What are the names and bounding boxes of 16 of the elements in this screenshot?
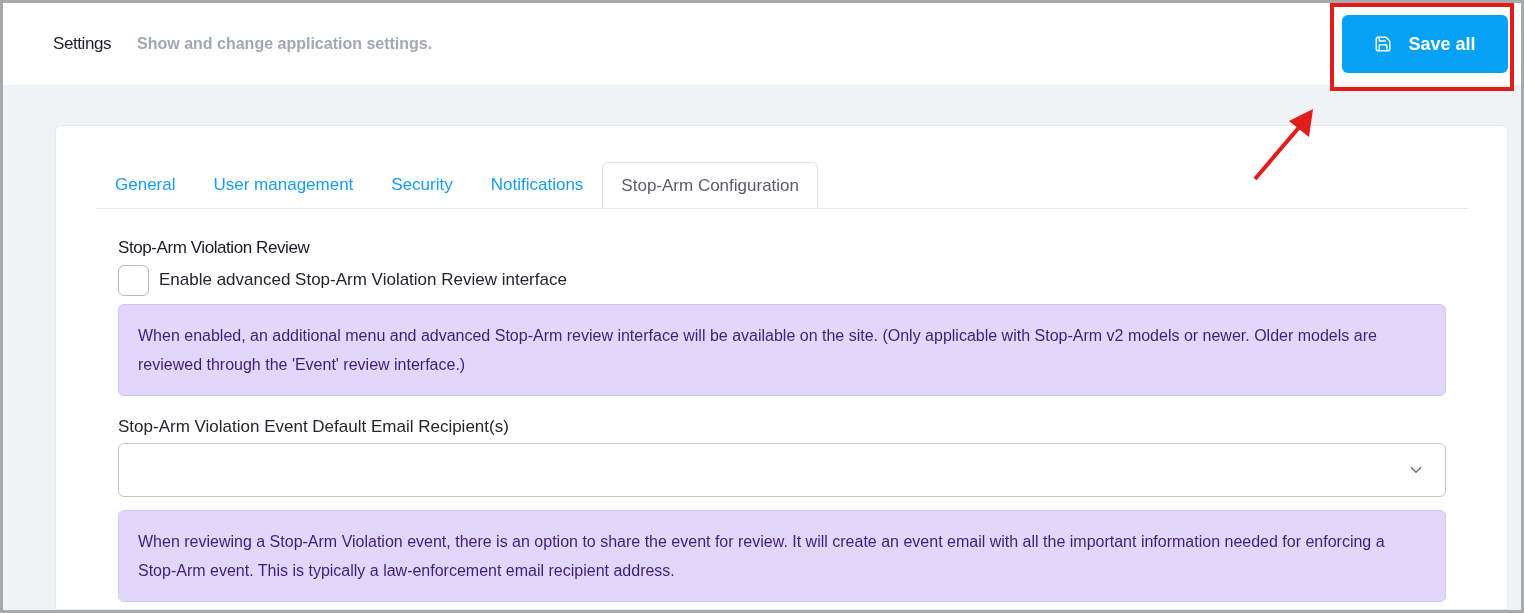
checkbox[interactable] (118, 264, 149, 296)
settings-tab[interactable]: Stop-Arm Configuration (602, 162, 818, 208)
checkbox-label: Enable advanced Stop-Arm Violation Review interface (159, 269, 567, 292)
info-note: When enabled, an additional menu and advanced Stop-Arm review interface will be available on the site. (Only applicable with Stop-Arm v2 models or newer. Older models are reviewed through the 'Event' review interface.) (118, 303, 1446, 396)
field-label: Stop-Arm Violation Event Default Email Recipient(s) (118, 415, 510, 438)
settings-tab[interactable]: Notifications (471, 162, 603, 208)
section-title: Stop-Arm Violation Review (118, 237, 311, 259)
save-all-button[interactable]: Save all (1342, 15, 1508, 73)
settings-tab[interactable]: General (96, 162, 195, 208)
page-title: Settings (53, 33, 112, 56)
page-subtitle: Show and change application settings. (137, 34, 433, 54)
settings-tab[interactable]: Security (372, 162, 472, 208)
settings-tab[interactable]: User management (194, 162, 373, 208)
info-note: When reviewing a Stop-Arm Violation event, there is an option to share the event for review. It will create an event email with all the important information needed for enforcing a Stop-Arm event. This is typically a law-enforcement email recipient address. (118, 510, 1446, 602)
save-icon (1374, 35, 1393, 53)
recipient-dropdown[interactable] (118, 443, 1446, 497)
